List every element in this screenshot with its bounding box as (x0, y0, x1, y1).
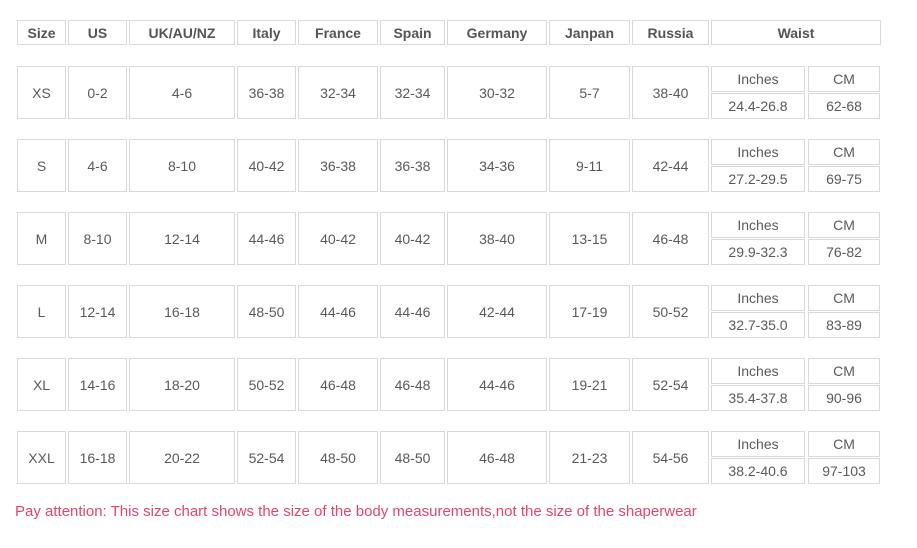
header-japan: Janpan (549, 20, 630, 45)
cell-size: S (17, 139, 66, 192)
waist-cm-value: 62-68 (808, 93, 880, 119)
waist-inches-label: Inches (711, 212, 805, 238)
cell-japan: 17-19 (549, 285, 630, 338)
waist-inches-value: 38.2-40.6 (711, 458, 805, 484)
cell-germany: 42-44 (447, 285, 547, 338)
cell-us: 14-16 (68, 358, 127, 411)
cell-italy: 52-54 (237, 431, 296, 484)
waist-cm-value: 90-96 (808, 385, 880, 411)
cell-uk-au-nz: 18-20 (129, 358, 235, 411)
cell-italy: 50-52 (237, 358, 296, 411)
cell-germany: 30-32 (447, 66, 547, 119)
cell-spain: 48-50 (380, 431, 445, 484)
cell-france: 46-48 (298, 358, 378, 411)
cell-russia: 42-44 (632, 139, 709, 192)
header-germany: Germany (447, 20, 547, 45)
cell-japan: 9-11 (549, 139, 630, 192)
cell-italy: 44-46 (237, 212, 296, 265)
cell-uk-au-nz: 12-14 (129, 212, 235, 265)
waist-inches-value: 32.7-35.0 (711, 312, 805, 338)
cell-france: 32-34 (298, 66, 378, 119)
cell-france: 40-42 (298, 212, 378, 265)
waist-inches-value: 35.4-37.8 (711, 385, 805, 411)
waist-cm-value: 83-89 (808, 312, 880, 338)
waist-inches-label: Inches (711, 431, 805, 457)
waist-inches-value: 29.9-32.3 (711, 239, 805, 265)
waist-cm-value: 97-103 (808, 458, 880, 484)
cell-france: 48-50 (298, 431, 378, 484)
cell-france: 44-46 (298, 285, 378, 338)
waist-cm-value: 69-75 (808, 166, 880, 192)
header-uk-au-nz: UK/AU/NZ (129, 20, 235, 45)
cell-russia: 46-48 (632, 212, 709, 265)
cell-us: 8-10 (68, 212, 127, 265)
waist-cm-label: CM (808, 212, 880, 238)
header-size: Size (17, 20, 66, 45)
cell-italy: 40-42 (237, 139, 296, 192)
cell-spain: 46-48 (380, 358, 445, 411)
cell-russia: 50-52 (632, 285, 709, 338)
cell-uk-au-nz: 8-10 (129, 139, 235, 192)
cell-uk-au-nz: 16-18 (129, 285, 235, 338)
waist-inches-value: 24.4-26.8 (711, 93, 805, 119)
cell-russia: 52-54 (632, 358, 709, 411)
cell-japan: 13-15 (549, 212, 630, 265)
cell-spain: 32-34 (380, 66, 445, 119)
cell-japan: 19-21 (549, 358, 630, 411)
header-france: France (298, 20, 378, 45)
cell-germany: 46-48 (447, 431, 547, 484)
cell-us: 12-14 (68, 285, 127, 338)
cell-spain: 40-42 (380, 212, 445, 265)
cell-us: 0-2 (68, 66, 127, 119)
cell-us: 4-6 (68, 139, 127, 192)
header-russia: Russia (632, 20, 709, 45)
header-italy: Italy (237, 20, 296, 45)
waist-cm-value: 76-82 (808, 239, 880, 265)
cell-size: XS (17, 66, 66, 119)
waist-inches-value: 27.2-29.5 (711, 166, 805, 192)
header-waist: Waist (711, 20, 881, 45)
cell-japan: 5-7 (549, 66, 630, 119)
attention-note: Pay attention: This size chart shows the… (15, 503, 697, 520)
waist-cm-label: CM (808, 285, 880, 311)
cell-germany: 34-36 (447, 139, 547, 192)
cell-italy: 48-50 (237, 285, 296, 338)
cell-uk-au-nz: 4-6 (129, 66, 235, 119)
cell-uk-au-nz: 20-22 (129, 431, 235, 484)
cell-size: XXL (17, 431, 66, 484)
waist-inches-label: Inches (711, 358, 805, 384)
waist-inches-label: Inches (711, 66, 805, 92)
waist-cm-label: CM (808, 431, 880, 457)
cell-france: 36-38 (298, 139, 378, 192)
cell-size: M (17, 212, 66, 265)
header-us: US (68, 20, 127, 45)
cell-spain: 44-46 (380, 285, 445, 338)
cell-germany: 44-46 (447, 358, 547, 411)
cell-size: L (17, 285, 66, 338)
cell-size: XL (17, 358, 66, 411)
cell-us: 16-18 (68, 431, 127, 484)
waist-cm-label: CM (808, 358, 880, 384)
header-spain: Spain (380, 20, 445, 45)
cell-russia: 54-56 (632, 431, 709, 484)
waist-inches-label: Inches (711, 139, 805, 165)
cell-russia: 38-40 (632, 66, 709, 119)
cell-italy: 36-38 (237, 66, 296, 119)
waist-inches-label: Inches (711, 285, 805, 311)
cell-spain: 36-38 (380, 139, 445, 192)
waist-cm-label: CM (808, 66, 880, 92)
waist-cm-label: CM (808, 139, 880, 165)
cell-germany: 38-40 (447, 212, 547, 265)
cell-japan: 21-23 (549, 431, 630, 484)
